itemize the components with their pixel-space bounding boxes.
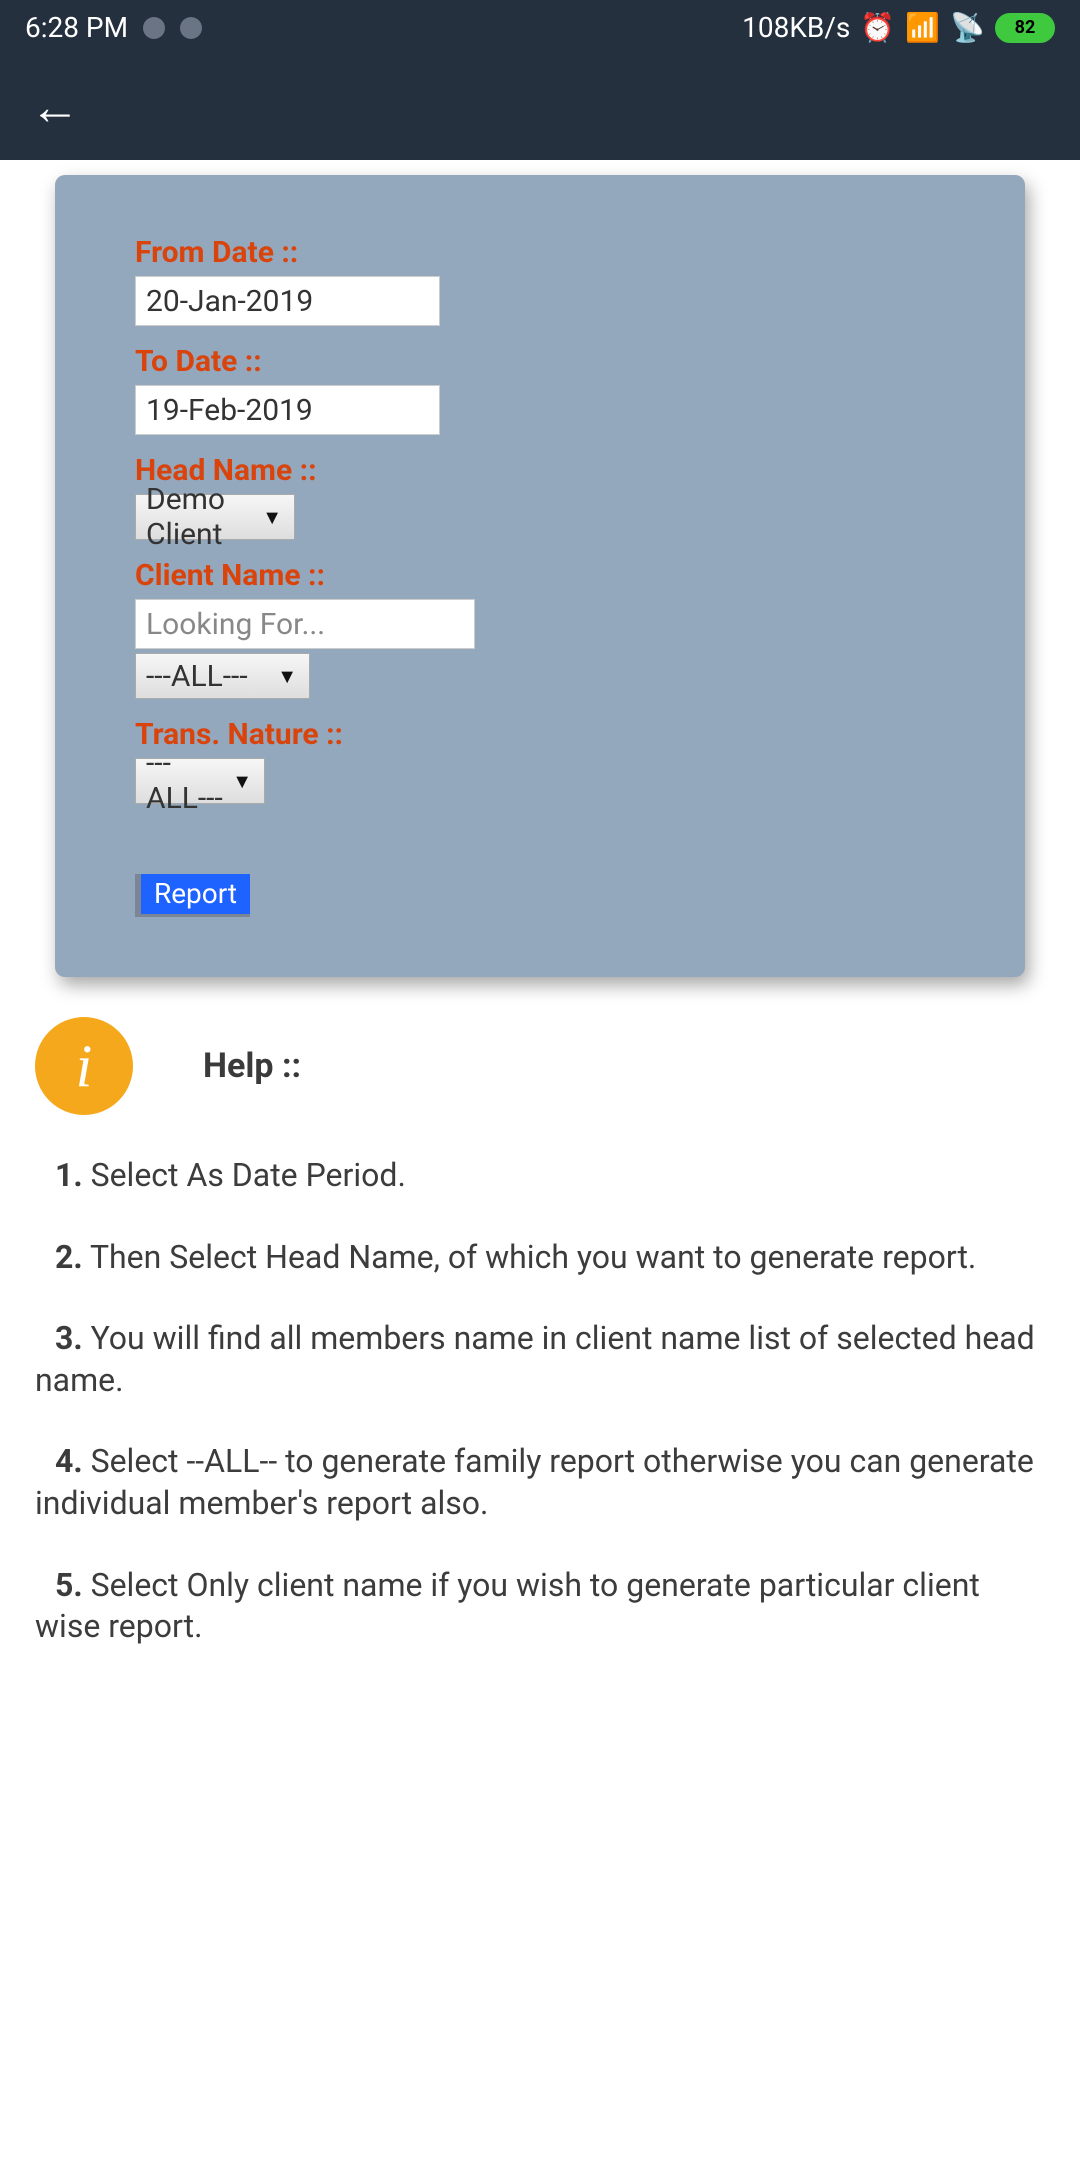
alarm-icon: ⏰ xyxy=(860,11,895,44)
status-speed: 108KB/s xyxy=(742,11,850,44)
to-date-input[interactable] xyxy=(135,385,440,435)
signal-icon: 📶 xyxy=(905,11,940,44)
content: From Date :: To Date :: Head Name :: Dem… xyxy=(0,160,1080,1718)
chevron-down-icon: ▼ xyxy=(232,769,252,794)
report-form-card: From Date :: To Date :: Head Name :: Dem… xyxy=(55,175,1025,977)
from-date-label: From Date :: xyxy=(135,235,945,270)
trans-nature-select[interactable]: ---ALL--- ▼ xyxy=(135,758,265,804)
info-icon: i xyxy=(35,1017,133,1115)
status-time: 6:28 PM xyxy=(25,11,128,44)
help-list: 1. Select As Date Period. 2. Then Select… xyxy=(0,1125,1080,1718)
trans-nature-select-value: ---ALL--- xyxy=(146,746,224,816)
client-name-select-value: ---ALL--- xyxy=(146,659,248,694)
status-dot-icon xyxy=(143,17,165,39)
help-item: 1. Select As Date Period. xyxy=(35,1155,1045,1197)
app-bar: ← xyxy=(0,55,1080,160)
chevron-down-icon: ▼ xyxy=(277,664,297,689)
battery-icon: 82 xyxy=(995,13,1055,43)
wifi-icon: 📡 xyxy=(950,11,985,44)
help-item: 4. Select --ALL-- to generate family rep… xyxy=(35,1441,1045,1524)
from-date-input[interactable] xyxy=(135,276,440,326)
help-item: 3. You will find all members name in cli… xyxy=(35,1318,1045,1401)
help-header: i Help :: xyxy=(0,977,1080,1125)
chevron-down-icon: ▼ xyxy=(262,505,282,530)
help-item: 5. Select Only client name if you wish t… xyxy=(35,1565,1045,1648)
client-name-input[interactable] xyxy=(135,599,475,649)
status-right: 108KB/s ⏰ 📶 📡 82 xyxy=(742,11,1055,44)
status-bar: 6:28 PM 108KB/s ⏰ 📶 📡 82 xyxy=(0,0,1080,55)
head-name-label: Head Name :: xyxy=(135,453,945,488)
status-dot-icon xyxy=(180,17,202,39)
to-date-label: To Date :: xyxy=(135,344,945,379)
help-title: Help :: xyxy=(203,1046,301,1086)
help-item: 2. Then Select Head Name, of which you w… xyxy=(35,1237,1045,1279)
client-name-label: Client Name :: xyxy=(135,558,945,593)
client-name-select[interactable]: ---ALL--- ▼ xyxy=(135,653,310,699)
trans-nature-label: Trans. Nature :: xyxy=(135,717,945,752)
head-name-select-value: Demo Client xyxy=(146,482,254,552)
head-name-select[interactable]: Demo Client ▼ xyxy=(135,494,295,540)
status-left: 6:28 PM xyxy=(25,11,202,44)
report-button[interactable]: Report xyxy=(135,874,250,917)
back-arrow-icon[interactable]: ← xyxy=(30,83,80,133)
